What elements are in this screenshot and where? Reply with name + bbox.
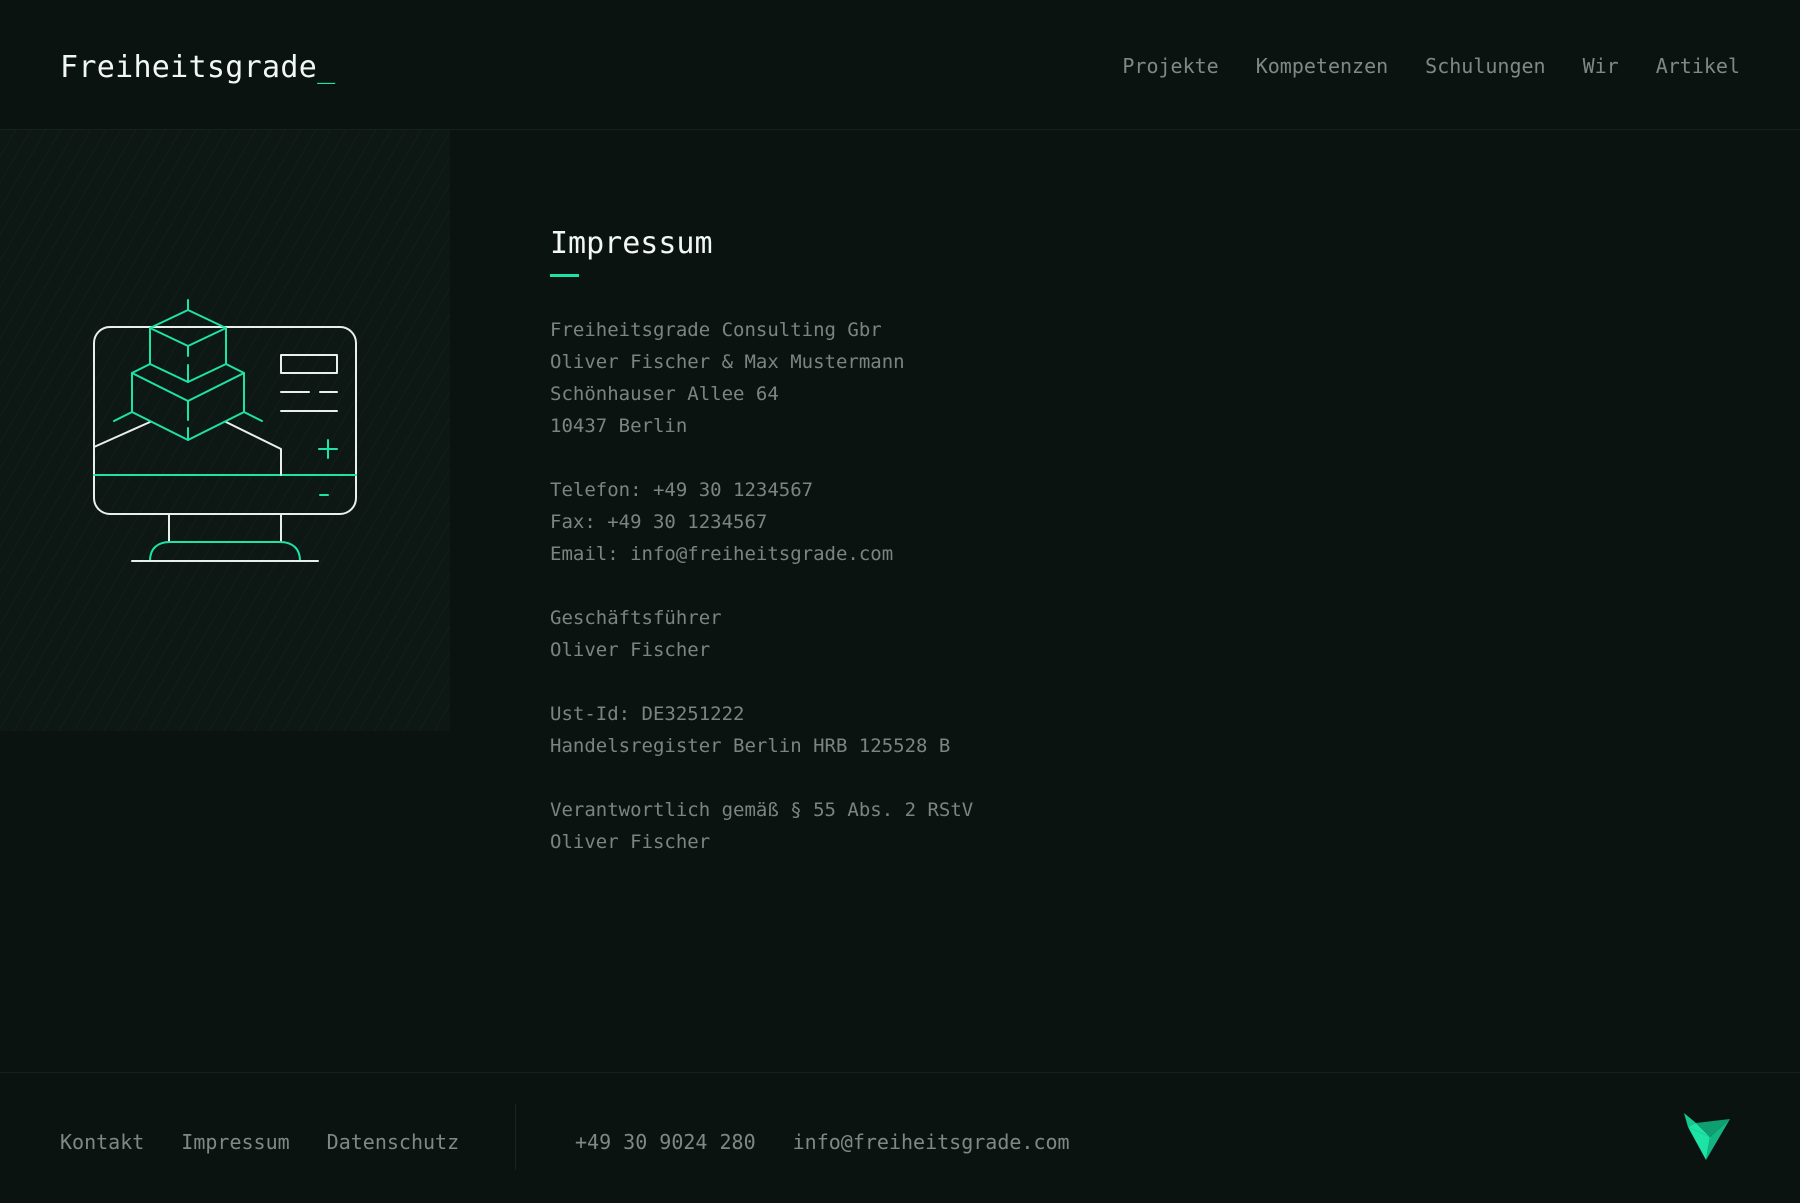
footer-contact: +49 30 9024 280 info@freiheitsgrade.com xyxy=(575,1130,1070,1154)
heading-accent-bar xyxy=(550,274,579,277)
nav-item-schulungen[interactable]: Schulungen xyxy=(1425,54,1545,78)
company-owners: Oliver Fischer & Max Mustermann xyxy=(550,351,905,373)
city-address: 10437 Berlin xyxy=(550,415,688,437)
illustration-panel xyxy=(0,130,450,731)
page: Freiheitsgrade_ Projekte Kompetenzen Sch… xyxy=(0,0,1800,1203)
page-title: Impressum xyxy=(550,226,713,261)
street-address: Schönhauser Allee 64 xyxy=(550,383,779,405)
footer-link-impressum[interactable]: Impressum xyxy=(181,1130,289,1154)
impressum-content: Impressum Freiheitsgrade Consulting Gbr … xyxy=(550,224,973,858)
computer-with-isometric-cubes-icon xyxy=(93,299,357,562)
nav-item-projekte[interactable]: Projekte xyxy=(1122,54,1218,78)
nav-item-artikel[interactable]: Artikel xyxy=(1656,54,1740,78)
footer-divider xyxy=(515,1104,516,1170)
nav-item-wir[interactable]: Wir xyxy=(1583,54,1619,78)
management-label: Geschäftsführer xyxy=(550,607,722,629)
main-nav: Projekte Kompetenzen Schulungen Wir Arti… xyxy=(1122,54,1740,78)
impressum-details: Freiheitsgrade Consulting Gbr Oliver Fis… xyxy=(550,314,973,858)
nav-item-kompetenzen[interactable]: Kompetenzen xyxy=(1256,54,1388,78)
footer-email-link[interactable]: info@freiheitsgrade.com xyxy=(793,1130,1070,1154)
email-line: Email: info@freiheitsgrade.com xyxy=(550,543,894,565)
phone-line: Telefon: +49 30 1234567 xyxy=(550,479,814,501)
vat-id: Ust-Id: DE3251222 xyxy=(550,703,745,725)
site-header: Freiheitsgrade_ Projekte Kompetenzen Sch… xyxy=(0,0,1800,130)
origami-bird-icon[interactable] xyxy=(1682,1113,1732,1161)
responsible-name: Oliver Fischer xyxy=(550,831,711,853)
footer-phone-link[interactable]: +49 30 9024 280 xyxy=(575,1130,756,1154)
logo-cursor: _ xyxy=(317,50,336,85)
footer-nav: Kontakt Impressum Datenschutz xyxy=(60,1130,459,1154)
logo-text: Freiheitsgrade xyxy=(60,50,318,85)
trade-register: Handelsregister Berlin HRB 125528 B xyxy=(550,735,951,757)
site-footer: Kontakt Impressum Datenschutz +49 30 902… xyxy=(0,1072,1800,1203)
site-logo[interactable]: Freiheitsgrade_ xyxy=(60,50,335,85)
management-name: Oliver Fischer xyxy=(550,639,711,661)
responsible-label: Verantwortlich gemäß § 55 Abs. 2 RStV xyxy=(550,799,974,821)
footer-link-kontakt[interactable]: Kontakt xyxy=(60,1130,144,1154)
company-name: Freiheitsgrade Consulting Gbr xyxy=(550,319,882,341)
fax-line: Fax: +49 30 1234567 xyxy=(550,511,768,533)
footer-link-datenschutz[interactable]: Datenschutz xyxy=(327,1130,459,1154)
